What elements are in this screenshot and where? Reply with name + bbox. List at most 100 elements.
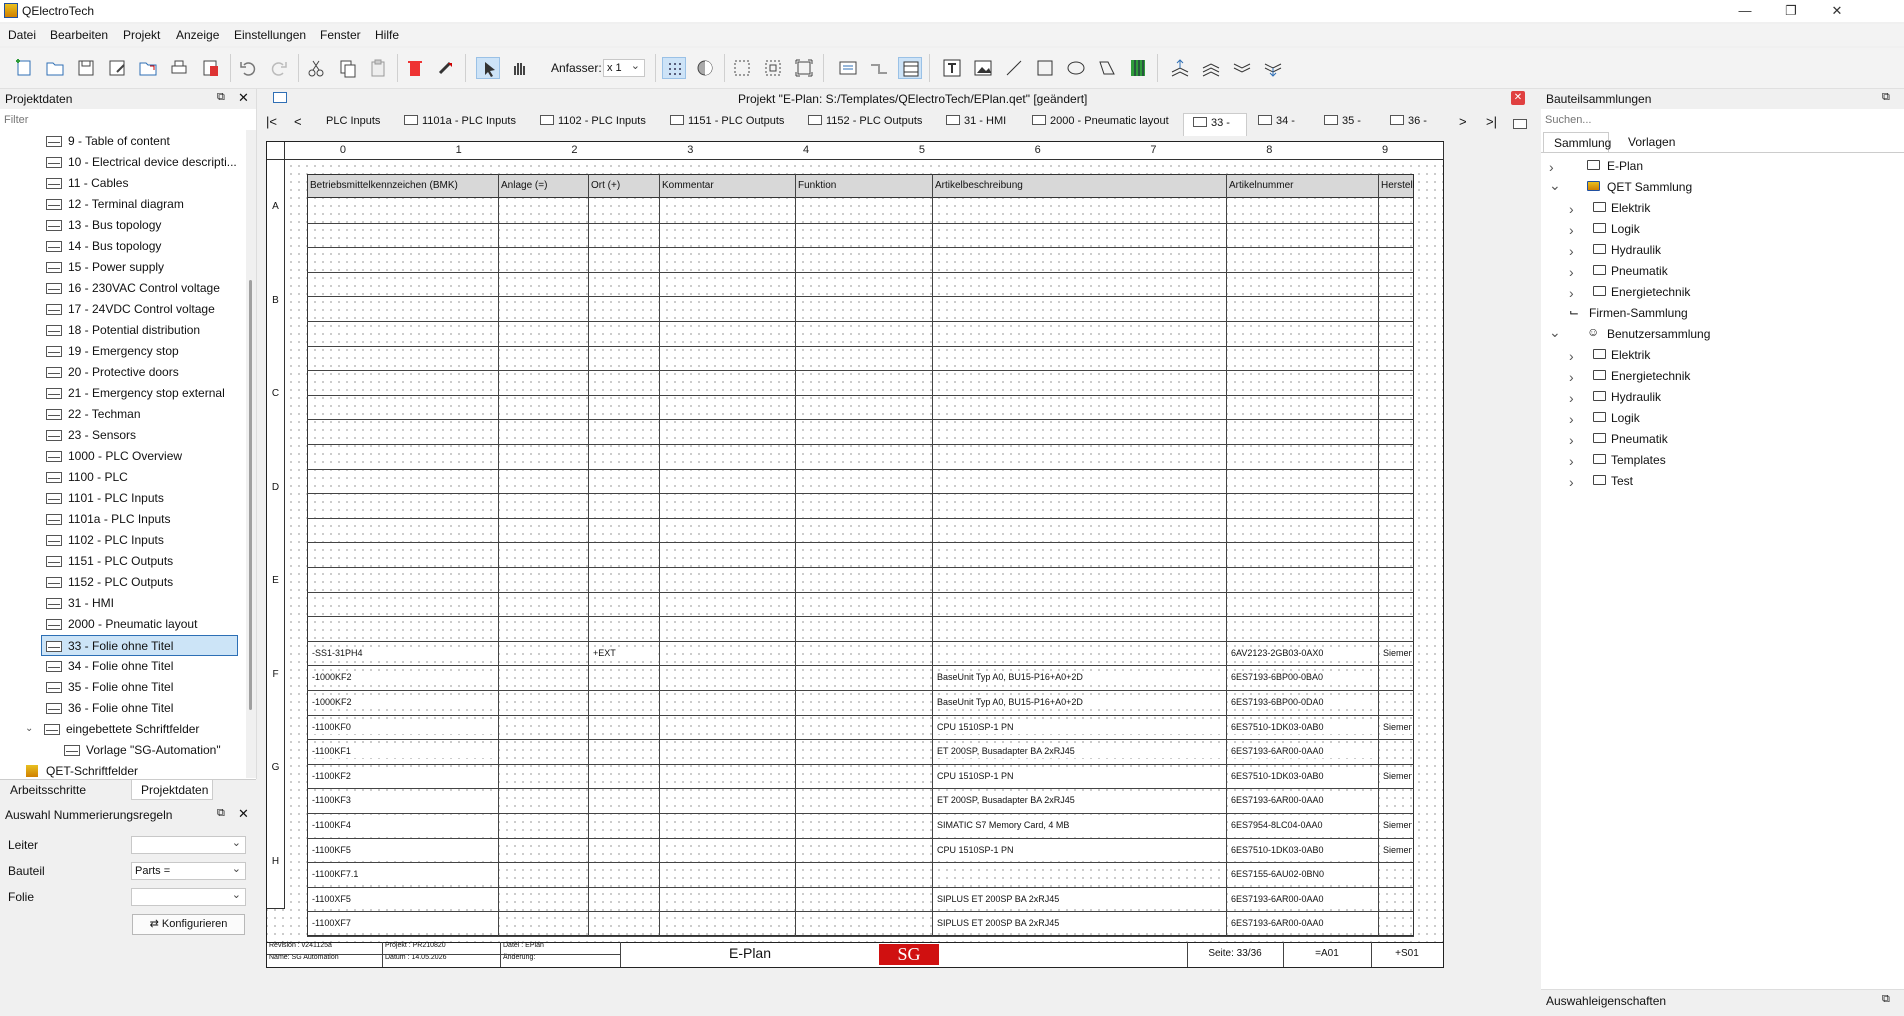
menu-datei[interactable]: Datei: [8, 28, 36, 42]
tab-folio-1101a[interactable]: 1101a - PLC Inputs: [404, 115, 516, 135]
folio-item[interactable]: 13 - Bus topology: [46, 215, 238, 236]
save-icon[interactable]: [74, 57, 98, 79]
folio-item[interactable]: 1101 - PLC Inputs: [46, 488, 238, 509]
folio-item[interactable]: 1000 - PLC Overview: [46, 446, 238, 467]
tab-sammlung[interactable]: Sammlung: [1543, 132, 1611, 152]
folio-item[interactable]: 9 - Table of content: [46, 131, 238, 152]
grid-icon[interactable]: [662, 57, 686, 79]
tab-folio-1152[interactable]: 1152 - PLC Outputs: [808, 115, 922, 135]
zoom-reset-icon[interactable]: [792, 57, 816, 79]
chevron-right-icon[interactable]: ›: [1549, 159, 1554, 175]
folio-item[interactable]: 11 - Cables: [46, 173, 238, 194]
open-folder-icon[interactable]: [43, 57, 67, 79]
folio-item[interactable]: 35 - Folie ohne Titel: [46, 677, 238, 698]
folio-item[interactable]: 31 - HMI: [46, 593, 238, 614]
add-image-icon[interactable]: [971, 57, 995, 79]
send-backward-icon[interactable]: [1261, 57, 1285, 79]
menu-fenster[interactable]: Fenster: [320, 28, 361, 42]
delete-icon[interactable]: [403, 57, 427, 79]
collections-search-input[interactable]: [1541, 110, 1904, 130]
tab-arbeitsschritte[interactable]: Arbeitsschritte: [10, 783, 86, 797]
export-icon[interactable]: [136, 57, 160, 79]
diagram-properties-icon[interactable]: [836, 57, 860, 79]
folio-item[interactable]: 21 - Emergency stop external: [46, 383, 238, 404]
chevron-right-icon[interactable]: ›: [1569, 432, 1574, 448]
folio-item[interactable]: 19 - Emergency stop: [46, 341, 238, 362]
chevron-right-icon[interactable]: ›: [1569, 453, 1574, 469]
folio-item[interactable]: 33 - Folie ohne Titel: [41, 635, 238, 656]
tree-scrollbar-thumb[interactable]: [249, 280, 252, 710]
paste-icon[interactable]: [366, 57, 390, 79]
folio-item[interactable]: 1152 - PLC Outputs: [46, 572, 238, 593]
folie-select[interactable]: [131, 887, 246, 906]
tab-folio-1151[interactable]: 1151 - PLC Outputs: [670, 115, 784, 135]
titleblock-icon[interactable]: [898, 57, 922, 79]
chevron-right-icon[interactable]: ›: [1569, 390, 1574, 406]
bring-forward-icon[interactable]: [1168, 57, 1192, 79]
folio-item[interactable]: 34 - Folie ohne Titel: [46, 656, 238, 677]
close-panel-icon[interactable]: ✕: [238, 806, 249, 822]
next-folio-icon[interactable]: >: [1459, 114, 1467, 129]
folio-item[interactable]: 1100 - PLC: [46, 467, 238, 488]
background-icon[interactable]: [693, 57, 717, 79]
folio-item[interactable]: 36 - Folie ohne Titel: [46, 698, 238, 719]
chevron-right-icon[interactable]: ›: [1569, 369, 1574, 385]
float-icon[interactable]: ⧉: [217, 807, 225, 820]
leiter-select[interactable]: [131, 835, 246, 854]
menu-projekt[interactable]: Projekt: [123, 28, 160, 42]
tab-folio-31[interactable]: 31 - HMI: [946, 115, 1006, 135]
add-terminal-strip-icon[interactable]: [1126, 57, 1150, 79]
folio-item[interactable]: 1151 - PLC Outputs: [46, 551, 238, 572]
chevron-right-icon[interactable]: ›: [1569, 411, 1574, 427]
conductor-icon[interactable]: [867, 57, 891, 79]
redo-icon[interactable]: [267, 57, 291, 79]
folio-item[interactable]: 2000 - Pneumatic layout: [46, 614, 238, 635]
chevron-right-icon[interactable]: ›: [1569, 222, 1574, 238]
tab-folio-1102[interactable]: 1102 - PLC Inputs: [540, 115, 646, 135]
add-ellipse-icon[interactable]: [1064, 57, 1088, 79]
tab-folio-35[interactable]: 35 -: [1324, 115, 1361, 135]
save-as-icon[interactable]: [105, 57, 129, 79]
maximize-button[interactable]: ❐: [1768, 0, 1814, 22]
tab-folio-2000[interactable]: 2000 - Pneumatic layout: [1032, 115, 1169, 135]
copy-icon[interactable]: [335, 57, 359, 79]
menu-bearbeiten[interactable]: Bearbeiten: [50, 28, 108, 42]
add-line-icon[interactable]: [1002, 57, 1026, 79]
prev-folio-icon[interactable]: <: [294, 114, 302, 129]
folio-item[interactable]: 16 - 230VAC Control voltage: [46, 278, 238, 299]
add-text-icon[interactable]: [940, 57, 964, 79]
raise-icon[interactable]: [1199, 57, 1223, 79]
tree-scrollbar[interactable]: [246, 130, 256, 778]
grip-size-select[interactable]: x 1: [603, 58, 645, 77]
folio-item[interactable]: 18 - Potential distribution: [46, 320, 238, 341]
chevron-right-icon[interactable]: ›: [1569, 474, 1574, 490]
embedded-titleblocks-group[interactable]: ⌄ eingebettete Schriftfelder: [25, 719, 265, 740]
tab-vorlagen[interactable]: Vorlagen: [1628, 135, 1675, 149]
close-document-icon[interactable]: ✕: [1511, 91, 1525, 105]
tab-folio-34[interactable]: 34 -: [1258, 115, 1295, 135]
lower-icon[interactable]: [1230, 57, 1254, 79]
close-project-icon[interactable]: [198, 57, 222, 79]
folio-item[interactable]: 22 - Techman: [46, 404, 238, 425]
chevron-down-icon[interactable]: ⌄: [1549, 324, 1561, 341]
chevron-right-icon[interactable]: ›: [1569, 285, 1574, 301]
bauteil-select[interactable]: Parts =: [131, 861, 246, 880]
folio-item[interactable]: 1102 - PLC Inputs: [46, 530, 238, 551]
add-rectangle-icon[interactable]: [1033, 57, 1057, 79]
tab-folio-plc-inputs[interactable]: PLC Inputs: [326, 115, 380, 135]
zoom-fit-icon[interactable]: [730, 57, 754, 79]
folio-item[interactable]: 1101a - PLC Inputs: [46, 509, 238, 530]
close-panel-icon[interactable]: ✕: [238, 90, 249, 106]
menu-einstellungen[interactable]: Einstellungen: [234, 28, 306, 42]
filter-input[interactable]: [0, 110, 256, 129]
tab-folio-33[interactable]: 33 -: [1183, 113, 1247, 136]
configure-button[interactable]: ⇄ Konfigurieren: [132, 914, 245, 935]
chevron-right-icon[interactable]: ›: [1569, 201, 1574, 217]
pan-tool-icon[interactable]: [507, 57, 531, 79]
chevron-down-icon[interactable]: ⌄: [25, 723, 33, 734]
chevron-right-icon[interactable]: ›: [1569, 243, 1574, 259]
zoom-content-icon[interactable]: [761, 57, 785, 79]
folio-item[interactable]: 10 - Electrical device descripti...: [46, 152, 238, 173]
chevron-down-icon[interactable]: ⌄: [1549, 177, 1561, 194]
drawing-sheet[interactable]: 0 1 2 3 4 5 6 7 8 9 A B C D E F G H Betriebsmittelkennzeic…: [266, 141, 1444, 968]
